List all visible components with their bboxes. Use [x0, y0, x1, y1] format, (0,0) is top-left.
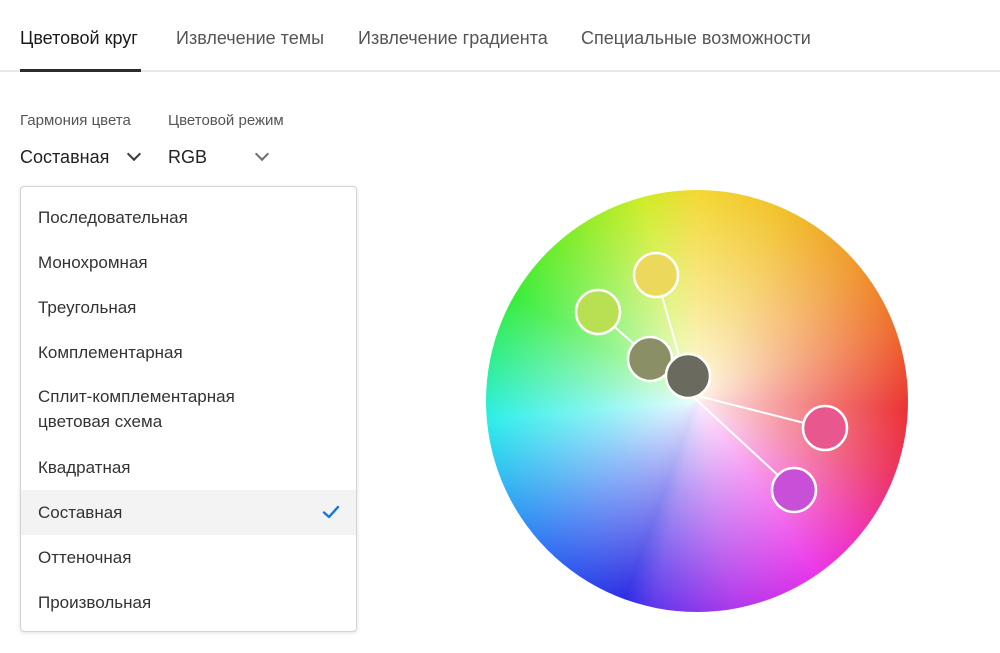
tab-extract-gradient[interactable]: Извлечение градиента	[358, 28, 548, 49]
harmony-label: Гармония цвета	[20, 112, 131, 129]
menu-item-label: Комплементарная	[38, 342, 183, 362]
menu-item-square[interactable]: Квадратная	[21, 445, 356, 490]
color-mode-label: Цветовой режим	[168, 112, 284, 129]
checkmark-icon	[322, 505, 340, 519]
active-tab-indicator	[20, 69, 141, 72]
color-wheel[interactable]	[486, 190, 908, 612]
menu-item-shades[interactable]: Оттеночная	[21, 535, 356, 580]
tab-extract-theme[interactable]: Извлечение темы	[176, 28, 324, 49]
tab-color-wheel[interactable]: Цветовой круг	[20, 28, 138, 49]
menu-item-label: Квадратная	[38, 457, 131, 477]
color-handle-4[interactable]	[801, 404, 849, 452]
menu-item-label: Сплит-комплементарная цветовая схема	[38, 387, 235, 431]
color-mode-dropdown[interactable]: RGB	[168, 144, 272, 170]
menu-item-custom[interactable]: Произвольная	[21, 580, 356, 625]
harmony-menu: Последовательная Монохромная Треугольная…	[20, 186, 357, 632]
menu-item-analogous[interactable]: Последовательная	[21, 195, 356, 240]
tab-bar: Цветовой круг Извлечение темы Извлечение…	[0, 0, 1000, 72]
color-handle-base[interactable]	[664, 352, 712, 400]
menu-item-triad[interactable]: Треугольная	[21, 285, 356, 330]
harmony-value: Составная	[20, 146, 110, 167]
harmony-dropdown[interactable]: Составная	[20, 144, 144, 170]
color-handle-2[interactable]	[632, 251, 680, 299]
chevron-down-icon	[127, 146, 142, 162]
color-wheel-markers	[574, 251, 849, 514]
menu-item-split-complementary[interactable]: Сплит-комплементарная цветовая схема	[21, 375, 356, 443]
menu-item-label: Последовательная	[38, 207, 188, 227]
menu-item-label: Монохромная	[38, 252, 148, 272]
color-handle-5[interactable]	[770, 466, 818, 514]
menu-item-label: Произвольная	[38, 592, 152, 612]
menu-item-label: Составная	[38, 502, 123, 522]
color-handle-1[interactable]	[574, 288, 622, 336]
color-mode-value: RGB	[168, 146, 208, 167]
menu-item-compound[interactable]: Составная	[21, 490, 356, 535]
menu-item-complementary[interactable]: Комплементарная	[21, 330, 356, 375]
menu-item-monochromatic[interactable]: Монохромная	[21, 240, 356, 285]
tab-accessibility[interactable]: Специальные возможности	[581, 28, 811, 49]
menu-item-label: Оттеночная	[38, 547, 132, 567]
chevron-down-icon	[254, 146, 270, 162]
menu-item-label: Треугольная	[38, 297, 137, 317]
